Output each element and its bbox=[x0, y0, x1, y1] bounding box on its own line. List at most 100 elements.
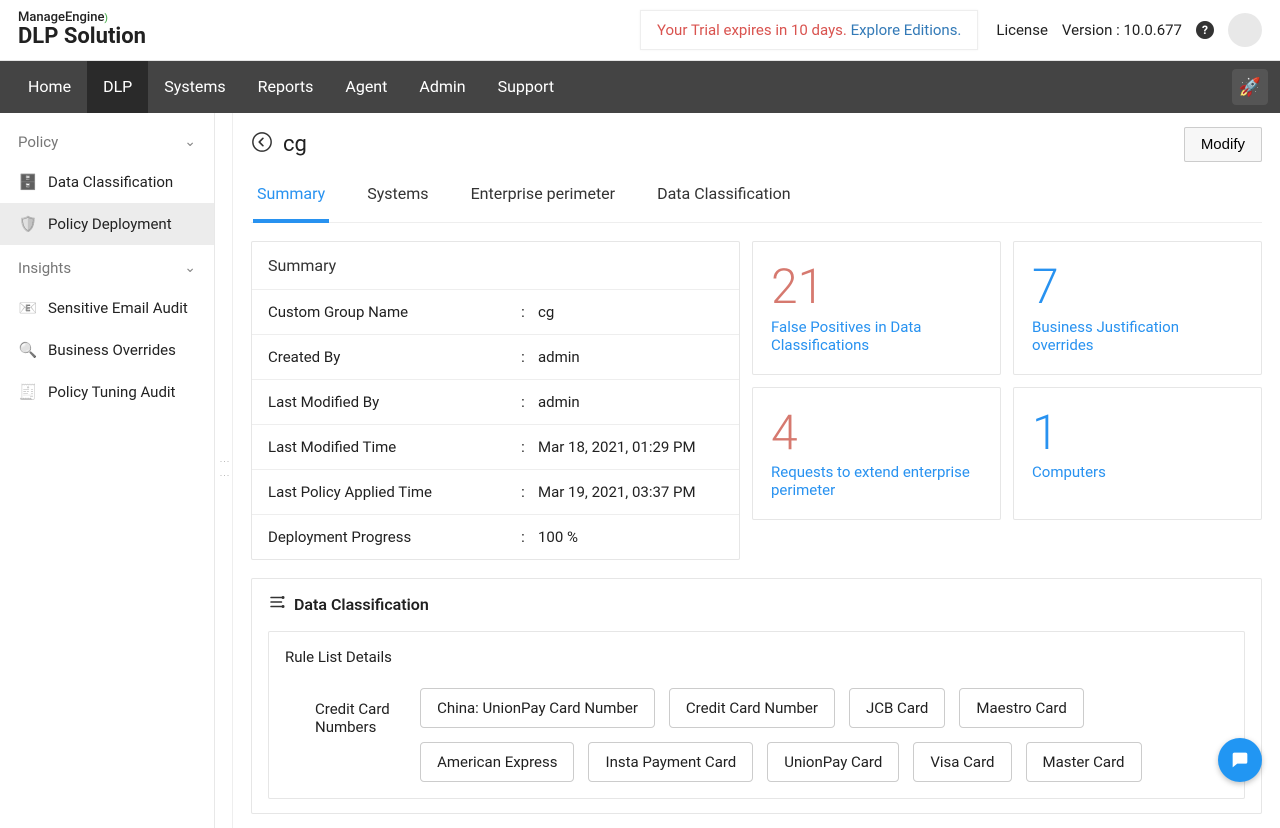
nav-item-dlp[interactable]: DLP bbox=[87, 61, 148, 113]
top-bar: ManageEngine) DLP Solution Your Trial ex… bbox=[0, 0, 1280, 61]
summary-row: Last Policy Applied Time:Mar 19, 2021, 0… bbox=[252, 470, 739, 515]
settings-icon bbox=[268, 593, 286, 615]
rules-header: Rule List Details bbox=[285, 648, 1228, 666]
summary-key: Created By bbox=[268, 348, 508, 366]
sidebar-icon: 🗄️ bbox=[18, 173, 38, 191]
avatar[interactable] bbox=[1228, 13, 1262, 47]
rule-chip[interactable]: Insta Payment Card bbox=[588, 742, 753, 782]
stat-card: 7Business Justification overrides bbox=[1013, 241, 1262, 375]
rule-chip[interactable]: UnionPay Card bbox=[767, 742, 899, 782]
rules-category: Credit Card Numbers bbox=[285, 688, 390, 736]
nav-item-agent[interactable]: Agent bbox=[329, 61, 403, 113]
page-title-wrap: cg bbox=[251, 131, 307, 159]
swoosh-icon: ) bbox=[104, 13, 108, 24]
tab-data-classification[interactable]: Data Classification bbox=[653, 172, 795, 222]
license-link[interactable]: License bbox=[996, 21, 1048, 39]
summary-key: Last Modified By bbox=[268, 393, 508, 411]
quick-launch-button[interactable]: 🚀 bbox=[1232, 69, 1268, 105]
nav-item-home[interactable]: Home bbox=[12, 61, 87, 113]
summary-key: Last Modified Time bbox=[268, 438, 508, 456]
license-block: License Version : 10.0.677 ? bbox=[996, 13, 1262, 47]
stat-card: 21False Positives in Data Classification… bbox=[752, 241, 1001, 375]
rule-chip[interactable]: Visa Card bbox=[913, 742, 1011, 782]
sidebar-icon: 🧾 bbox=[18, 383, 38, 401]
sidebar-group-policy[interactable]: Policy⌄ bbox=[0, 119, 214, 161]
stat-label[interactable]: Business Justification overrides bbox=[1032, 318, 1243, 354]
rule-chip[interactable]: Maestro Card bbox=[959, 688, 1083, 728]
page-header: cg Modify bbox=[251, 127, 1262, 162]
sidebar-item-label: Sensitive Email Audit bbox=[48, 299, 188, 317]
trial-badge: Your Trial expires in 10 days. Explore E… bbox=[640, 10, 978, 50]
summary-value: cg bbox=[538, 303, 723, 321]
rule-chip[interactable]: Master Card bbox=[1026, 742, 1142, 782]
sidebar-collapse-handle[interactable]: ⋮⋮ bbox=[215, 113, 233, 828]
version-text: Version : 10.0.677 bbox=[1062, 21, 1182, 39]
stat-label[interactable]: Requests to extend enterprise perimeter bbox=[771, 463, 982, 499]
stat-label[interactable]: Computers bbox=[1032, 463, 1243, 481]
summary-value: admin bbox=[538, 348, 723, 366]
summary-value: admin bbox=[538, 393, 723, 411]
rule-chip[interactable]: JCB Card bbox=[849, 688, 945, 728]
summary-row: Deployment Progress:100 % bbox=[252, 515, 739, 559]
nav-item-admin[interactable]: Admin bbox=[403, 61, 481, 113]
sidebar-item-sensitive-email-audit[interactable]: 📧 Sensitive Email Audit bbox=[0, 287, 214, 329]
sidebar-item-data-classification[interactable]: 🗄️ Data Classification bbox=[0, 161, 214, 203]
chevron-down-icon: ⌄ bbox=[184, 260, 196, 276]
chat-icon bbox=[1229, 749, 1251, 771]
modify-button[interactable]: Modify bbox=[1184, 127, 1262, 162]
chips: China: UnionPay Card Number Credit Card N… bbox=[420, 688, 1228, 782]
summary-value: Mar 18, 2021, 01:29 PM bbox=[538, 438, 723, 456]
tab-summary[interactable]: Summary bbox=[253, 172, 329, 223]
tab-systems[interactable]: Systems bbox=[363, 172, 432, 222]
sidebar-group-insights[interactable]: Insights⌄ bbox=[0, 245, 214, 287]
page-title: cg bbox=[283, 132, 307, 157]
dc-inner: Rule List Details Credit Card Numbers Ch… bbox=[268, 631, 1245, 799]
summary-value: 100 % bbox=[538, 528, 723, 546]
stat-value: 21 bbox=[771, 258, 982, 316]
sidebar-item-label: Policy Deployment bbox=[48, 215, 172, 233]
sidebar-icon: 🔍 bbox=[18, 341, 38, 359]
back-arrow-icon bbox=[251, 131, 273, 153]
nav-item-support[interactable]: Support bbox=[482, 61, 570, 113]
stat-value: 1 bbox=[1032, 404, 1243, 462]
chat-fab[interactable] bbox=[1218, 738, 1262, 782]
stat-card: 4Requests to extend enterprise perimeter bbox=[752, 387, 1001, 521]
stat-value: 4 bbox=[771, 404, 982, 462]
top-bar-right: Your Trial expires in 10 days. Explore E… bbox=[640, 10, 1262, 50]
main-nav: HomeDLPSystemsReportsAgentAdminSupport 🚀 bbox=[0, 61, 1280, 113]
tab-enterprise-perimeter[interactable]: Enterprise perimeter bbox=[467, 172, 620, 222]
sidebar-item-policy-deployment[interactable]: 🛡️ Policy Deployment bbox=[0, 203, 214, 245]
sidebar-item-business-overrides[interactable]: 🔍 Business Overrides bbox=[0, 329, 214, 371]
nav-item-systems[interactable]: Systems bbox=[148, 61, 241, 113]
rule-chip[interactable]: China: UnionPay Card Number bbox=[420, 688, 655, 728]
data-classification-panel: Data Classification Rule List Details Cr… bbox=[251, 578, 1262, 814]
trial-link[interactable]: Explore Editions. bbox=[851, 21, 962, 39]
sidebar-item-label: Business Overrides bbox=[48, 341, 176, 359]
dc-header: Data Classification bbox=[268, 593, 1245, 615]
summary-key: Last Policy Applied Time bbox=[268, 483, 508, 501]
rule-chip[interactable]: Credit Card Number bbox=[669, 688, 835, 728]
summary-table: Summary Custom Group Name:cgCreated By:a… bbox=[251, 241, 740, 560]
sidebar-icon: 🛡️ bbox=[18, 215, 38, 233]
sidebar: Policy⌄ 🗄️ Data Classification 🛡️ Policy Dep… bbox=[0, 113, 215, 828]
stat-card: 1Computers bbox=[1013, 387, 1262, 521]
summary-row: Last Modified Time:Mar 18, 2021, 01:29 P… bbox=[252, 425, 739, 470]
sidebar-icon: 📧 bbox=[18, 299, 38, 317]
summary-row: Custom Group Name:cg bbox=[252, 290, 739, 335]
help-icon[interactable]: ? bbox=[1196, 21, 1214, 39]
stats-grid: 21False Positives in Data Classification… bbox=[752, 241, 1262, 520]
nav-items: HomeDLPSystemsReportsAgentAdminSupport bbox=[12, 61, 570, 113]
back-button[interactable] bbox=[251, 131, 273, 159]
brand-main: DLP Solution bbox=[18, 25, 146, 49]
stat-value: 7 bbox=[1032, 258, 1243, 316]
nav-item-reports[interactable]: Reports bbox=[242, 61, 330, 113]
sidebar-item-label: Policy Tuning Audit bbox=[48, 383, 175, 401]
summary-row: Last Modified By:admin bbox=[252, 380, 739, 425]
summary-row: Created By:admin bbox=[252, 335, 739, 380]
sidebar-item-label: Data Classification bbox=[48, 173, 173, 191]
sidebar-item-policy-tuning-audit[interactable]: 🧾 Policy Tuning Audit bbox=[0, 371, 214, 413]
rule-chip[interactable]: American Express bbox=[420, 742, 574, 782]
summary-value: Mar 19, 2021, 03:37 PM bbox=[538, 483, 723, 501]
stat-label[interactable]: False Positives in Data Classifications bbox=[771, 318, 982, 354]
trial-message: Your Trial expires in 10 days. bbox=[657, 21, 847, 39]
